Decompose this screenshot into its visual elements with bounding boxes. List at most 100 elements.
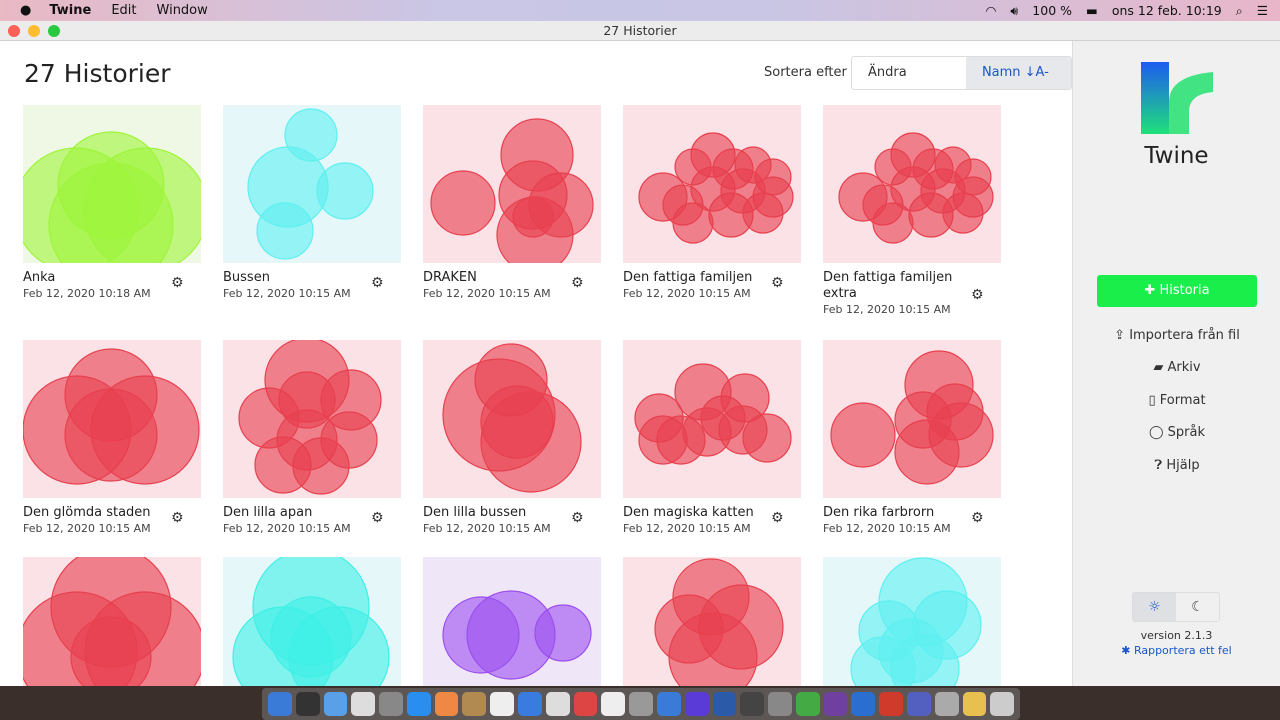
story-card[interactable]: Den glömda staden Feb 12, 2020 10:15 AM …	[23, 340, 201, 535]
story-name[interactable]: Bussen	[223, 270, 368, 286]
help-button[interactable]: ❓︎ Hjälp	[1097, 458, 1257, 473]
gear-icon[interactable]: ⚙	[771, 510, 784, 526]
list-icon[interactable]: ☰	[1257, 3, 1268, 18]
story-preview[interactable]	[23, 340, 201, 498]
close-button[interactable]	[8, 25, 20, 37]
minimize-button[interactable]	[28, 25, 40, 37]
dock-app-icon[interactable]	[545, 692, 570, 716]
archive-button[interactable]: ▰ Arkiv	[1097, 360, 1257, 375]
dock-app-icon[interactable]	[629, 692, 653, 716]
story-card[interactable]: Den fattiga familjen extra Feb 12, 2020 …	[823, 105, 1001, 316]
story-preview[interactable]	[423, 340, 601, 498]
story-preview[interactable]	[23, 557, 201, 686]
dock-app-icon[interactable]	[573, 692, 598, 716]
menu-window[interactable]: Window	[157, 3, 208, 18]
story-name[interactable]: Den glömda staden	[23, 505, 168, 521]
dock-app-icon[interactable]	[434, 692, 459, 716]
dock-app-icon[interactable]	[323, 692, 348, 716]
story-card[interactable]: Den fattiga familjen Feb 12, 2020 10:15 …	[623, 105, 801, 300]
story-name[interactable]: DRAKEN	[423, 270, 568, 286]
story-name[interactable]: Den fattiga familjen	[623, 270, 768, 286]
menu-app[interactable]: Twine	[49, 3, 91, 18]
light-theme-button[interactable]: ☼	[1133, 593, 1176, 621]
dock-app-icon[interactable]	[906, 692, 931, 716]
sort-by-date-button[interactable]: Ändra datum	[852, 57, 966, 89]
dock-app-icon[interactable]	[351, 692, 376, 716]
report-bug-link[interactable]: ✱ Rapportera ett fel	[1073, 644, 1280, 657]
dock-app-icon[interactable]	[406, 692, 431, 716]
gear-icon[interactable]: ⚙	[971, 510, 984, 526]
story-card[interactable]	[423, 557, 601, 686]
story-preview[interactable]	[623, 340, 801, 498]
dock-app-icon[interactable]	[295, 692, 320, 716]
story-name[interactable]: Den lilla apan	[223, 505, 368, 521]
gear-icon[interactable]: ⚙	[171, 510, 184, 526]
dock-app-icon[interactable]	[379, 692, 403, 716]
story-card[interactable]	[223, 557, 401, 686]
story-card[interactable]	[623, 557, 801, 686]
story-card[interactable]: Den magiska katten Feb 12, 2020 10:15 AM…	[623, 340, 801, 535]
story-preview[interactable]	[423, 557, 601, 686]
dock-app-icon[interactable]	[795, 692, 820, 716]
dock-app-icon[interactable]	[656, 692, 681, 716]
dock-app-icon[interactable]	[712, 692, 737, 716]
dock-app-icon[interactable]	[490, 692, 515, 716]
dock-app-icon[interactable]	[740, 692, 765, 716]
dock-app-icon[interactable]	[851, 692, 876, 716]
story-preview[interactable]	[223, 105, 401, 263]
gear-icon[interactable]: ⚙	[571, 510, 584, 526]
story-name[interactable]: Den magiska katten	[623, 505, 768, 521]
story-preview[interactable]	[823, 340, 1001, 498]
battery-text[interactable]: 100 %	[1032, 3, 1072, 18]
story-preview[interactable]	[623, 105, 801, 263]
story-name[interactable]: Anka	[23, 270, 168, 286]
story-card[interactable]	[823, 557, 1001, 686]
story-preview[interactable]	[223, 340, 401, 498]
clock[interactable]: ons 12 feb. 10:19	[1112, 3, 1222, 18]
story-preview[interactable]	[623, 557, 801, 686]
dock-app-icon[interactable]	[518, 692, 542, 716]
menu-edit[interactable]: Edit	[111, 3, 136, 18]
dock-app-icon[interactable]	[934, 692, 959, 716]
new-story-button[interactable]: ✚ Historia	[1097, 275, 1257, 307]
story-preview[interactable]	[23, 105, 201, 263]
story-preview[interactable]	[823, 105, 1001, 263]
story-preview[interactable]	[423, 105, 601, 263]
import-button[interactable]: ⇪ Importera från fil	[1097, 328, 1257, 343]
gear-icon[interactable]: ⚙	[771, 275, 784, 291]
dock-app-icon[interactable]	[962, 692, 987, 716]
format-button[interactable]: ▯ Format	[1097, 393, 1257, 408]
dock-app-icon[interactable]	[768, 692, 792, 716]
gear-icon[interactable]: ⚙	[371, 275, 384, 291]
dock-app-icon[interactable]	[823, 692, 848, 716]
story-card[interactable]	[23, 557, 201, 686]
gear-icon[interactable]: ⚙	[171, 275, 184, 291]
dock-app-icon[interactable]	[879, 692, 903, 716]
wifi-icon[interactable]: ◠	[985, 3, 996, 18]
story-preview[interactable]	[823, 557, 1001, 686]
language-button[interactable]: ◯ Språk	[1097, 425, 1257, 440]
story-card[interactable]: Anka Feb 12, 2020 10:18 AM ⚙	[23, 105, 201, 300]
sort-by-name-button[interactable]: Namn ↓A-Z	[965, 57, 1071, 89]
story-preview[interactable]	[223, 557, 401, 686]
apple-icon[interactable]: ●	[20, 3, 31, 18]
story-card[interactable]: Bussen Feb 12, 2020 10:15 AM ⚙	[223, 105, 401, 300]
story-card[interactable]: DRAKEN Feb 12, 2020 10:15 AM ⚙	[423, 105, 601, 300]
story-card[interactable]: Den rika farbrorn Feb 12, 2020 10:15 AM …	[823, 340, 1001, 535]
volume-icon[interactable]: 🔊︎	[1010, 3, 1018, 19]
dock-app-icon[interactable]	[684, 692, 709, 716]
gear-icon[interactable]: ⚙	[371, 510, 384, 526]
gear-icon[interactable]: ⚙	[971, 287, 984, 303]
dock-app-icon[interactable]	[601, 692, 626, 716]
story-name[interactable]: Den fattiga familjen extra	[823, 270, 968, 302]
dock-app-icon[interactable]	[462, 692, 487, 716]
story-card[interactable]: Den lilla apan Feb 12, 2020 10:15 AM ⚙	[223, 340, 401, 535]
dark-theme-button[interactable]: ☾	[1176, 593, 1219, 621]
dock-app-icon[interactable]	[268, 692, 292, 716]
gear-icon[interactable]: ⚙	[571, 275, 584, 291]
dock-app-icon[interactable]	[990, 692, 1015, 716]
story-name[interactable]: Den lilla bussen	[423, 505, 568, 521]
story-card[interactable]: Den lilla bussen Feb 12, 2020 10:15 AM ⚙	[423, 340, 601, 535]
search-icon[interactable]: ⌕	[1236, 3, 1243, 19]
story-name[interactable]: Den rika farbrorn	[823, 505, 968, 521]
